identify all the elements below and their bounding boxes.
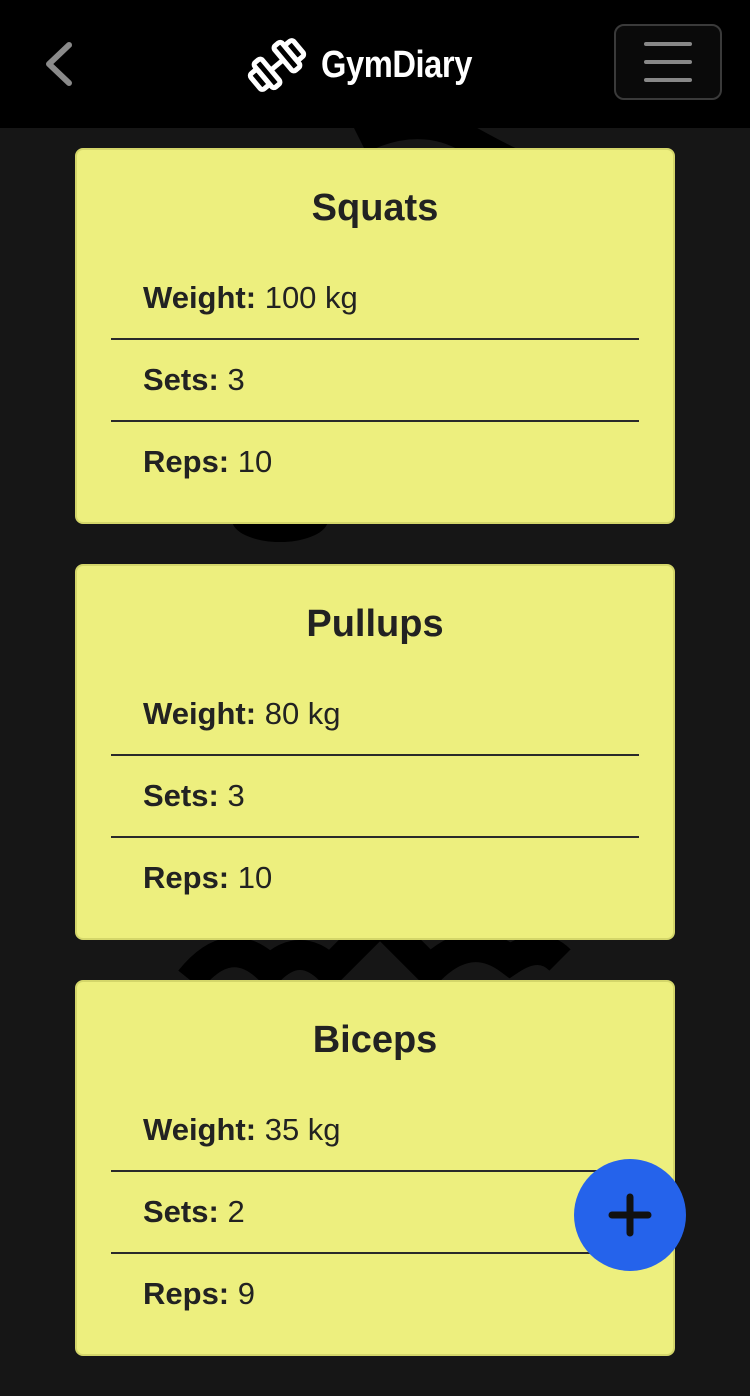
exercise-card[interactable]: Squats Weight: 100 kg Sets: 3 Reps: 10 [75, 148, 675, 524]
chevron-left-icon [46, 42, 72, 86]
weight-label: Weight: [143, 1112, 257, 1147]
sets-value: 2 [227, 1194, 245, 1229]
sets-label: Sets: [143, 362, 219, 397]
app-brand[interactable]: GymDiary [245, 30, 497, 100]
sets-label: Sets: [143, 778, 219, 813]
dumbbell-icon [247, 38, 307, 92]
menu-button[interactable] [614, 24, 722, 100]
reps-value: 10 [237, 444, 273, 479]
exercise-name: Squats [311, 187, 439, 229]
sets-value: 3 [227, 362, 245, 397]
add-exercise-button[interactable] [574, 1159, 686, 1271]
exercise-card[interactable]: Pullups Weight: 80 kg Sets: 3 Reps: 10 [75, 564, 675, 940]
back-button[interactable] [30, 34, 86, 94]
sets-row: Sets: 3 [111, 340, 639, 422]
weight-row: Weight: 35 kg [111, 1090, 639, 1172]
reps-row: Reps: 10 [111, 422, 639, 502]
hamburger-icon-line [644, 60, 692, 64]
reps-value: 9 [237, 1276, 256, 1311]
exercise-name: Pullups [306, 603, 444, 645]
reps-label: Reps: [143, 444, 230, 479]
weight-label: Weight: [143, 696, 257, 731]
reps-value: 10 [237, 860, 273, 895]
reps-label: Reps: [143, 860, 230, 895]
weight-label: Weight: [143, 280, 257, 315]
exercise-name: Biceps [312, 1019, 438, 1061]
plus-icon [608, 1193, 652, 1237]
app-title: GymDiary [321, 43, 472, 86]
weight-row: Weight: 100 kg [111, 258, 639, 340]
weight-row: Weight: 80 kg [111, 674, 639, 756]
sets-row: Sets: 3 [111, 756, 639, 838]
hamburger-icon-line [644, 78, 692, 82]
hamburger-icon [644, 42, 692, 46]
reps-row: Reps: 10 [111, 838, 639, 918]
weight-value: 35 kg [264, 1112, 341, 1147]
sets-value: 3 [227, 778, 245, 813]
reps-row: Reps: 9 [111, 1254, 639, 1334]
top-navigation-bar: GymDiary [0, 0, 750, 128]
reps-label: Reps: [143, 1276, 230, 1311]
sets-row: Sets: 2 [111, 1172, 639, 1254]
weight-value: 80 kg [264, 696, 341, 731]
weight-value: 100 kg [264, 280, 358, 315]
sets-label: Sets: [143, 1194, 219, 1229]
exercise-card[interactable]: Biceps Weight: 35 kg Sets: 2 Reps: 9 [75, 980, 675, 1356]
